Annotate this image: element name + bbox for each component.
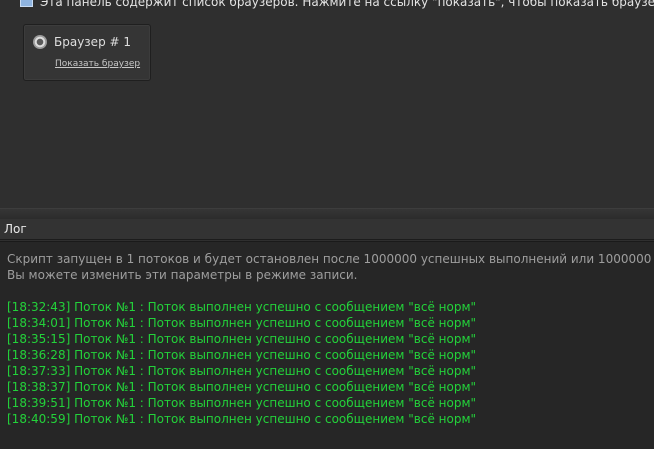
- log-intro-line: Скрипт запущен в 1 потоков и будет остан…: [7, 252, 654, 266]
- show-browser-link[interactable]: Показать браузер: [55, 58, 140, 70]
- log-entry: [18:40:59] Поток №1 : Поток выполнен усп…: [7, 412, 477, 426]
- log-entry: [18:36:28] Поток №1 : Поток выполнен усп…: [7, 348, 477, 362]
- log-entry: [18:32:43] Поток №1 : Поток выполнен усп…: [7, 300, 477, 314]
- panel-info-text: Эта панель содержит список браузеров. На…: [40, 0, 654, 9]
- log-entry: [18:39:51] Поток №1 : Поток выполнен усп…: [7, 396, 477, 410]
- panel-info: Эта панель содержит список браузеров. На…: [20, 0, 654, 10]
- browsers-panel: Эта панель содержит список браузеров. На…: [0, 0, 654, 208]
- log-entry: [18:35:15] Поток №1 : Поток выполнен усп…: [7, 332, 477, 346]
- browser-title: Браузер # 1: [54, 35, 132, 49]
- log-title: Лог: [4, 222, 27, 236]
- log-entry: [18:38:37] Поток №1 : Поток выполнен усп…: [7, 380, 477, 394]
- info-icon: [20, 0, 33, 7]
- log-area[interactable]: Скрипт запущен в 1 потоков и будет остан…: [0, 241, 654, 449]
- log-content: Скрипт запущен в 1 потоков и будет остан…: [7, 251, 654, 427]
- log-header: Лог: [0, 219, 654, 240]
- log-intro-line: Вы можете изменить эти параметры в режим…: [7, 268, 358, 282]
- log-entry: [18:34:01] Поток №1 : Поток выполнен усп…: [7, 316, 477, 330]
- log-entry: [18:37:33] Поток №1 : Поток выполнен усп…: [7, 364, 477, 378]
- log-blank-line: [7, 283, 654, 299]
- panel-splitter[interactable]: [0, 208, 654, 219]
- browser-icon: [33, 35, 47, 49]
- browser-card: Браузер # 1 Показать браузер: [23, 24, 151, 81]
